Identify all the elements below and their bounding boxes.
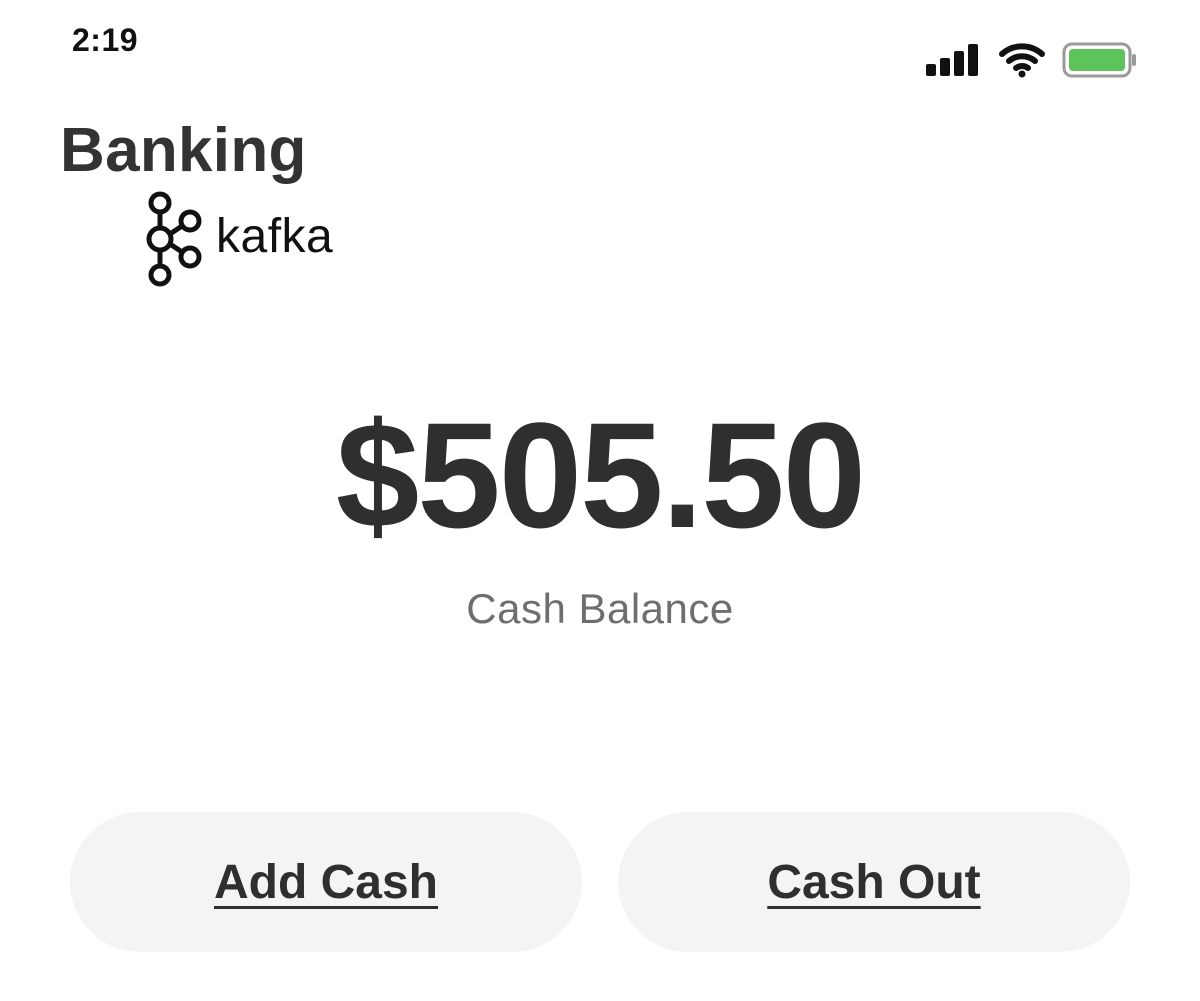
status-bar: 2:19	[0, 0, 1200, 90]
battery-icon	[1062, 42, 1136, 78]
status-icons	[926, 42, 1140, 78]
kafka-wordmark: kafka	[216, 210, 334, 263]
add-cash-label: Add Cash	[213, 855, 438, 909]
kafka-logo: kafka	[142, 189, 362, 289]
status-time: 2:19	[72, 22, 139, 58]
balance-amount: $505.50	[335, 391, 866, 559]
balance-label: Cash Balance	[466, 585, 734, 632]
add-cash-button[interactable]: Add Cash	[70, 812, 582, 952]
cash-out-button[interactable]: Cash Out	[618, 812, 1130, 952]
header: Banking kafka	[60, 115, 460, 295]
page-title: Banking	[60, 116, 307, 185]
wifi-icon	[999, 43, 1045, 78]
cash-out-label: Cash Out	[767, 855, 981, 909]
cellular-signal-icon	[926, 44, 978, 76]
kafka-icon	[146, 191, 202, 287]
